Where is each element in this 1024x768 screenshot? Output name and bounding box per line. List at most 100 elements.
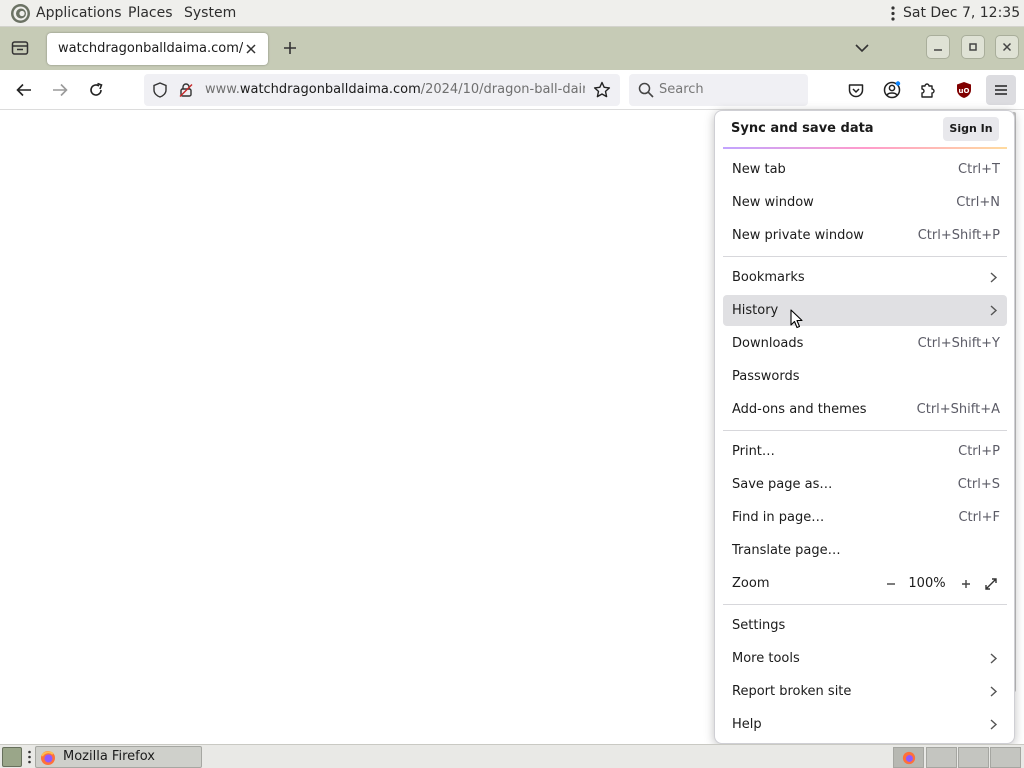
header-divider: [723, 147, 1007, 149]
arrow-right-icon: [53, 83, 68, 97]
reload-icon: [90, 82, 103, 96]
chevron-right-icon: [990, 305, 998, 316]
url-bar[interactable]: www.watchdragonballdaima.com/2024/10/dra…: [144, 74, 620, 106]
account-button[interactable]: [881, 79, 903, 101]
new-tab-button[interactable]: [279, 37, 301, 59]
reload-button[interactable]: [84, 78, 108, 102]
svg-text:uO: uO: [959, 87, 970, 95]
workspace-4[interactable]: [990, 747, 1021, 768]
menu-item-label: Help: [732, 717, 762, 732]
menu-item-label: Settings: [732, 618, 786, 633]
menu-item-label: New tab: [732, 162, 786, 177]
menu-item-label: Find in page…: [732, 510, 825, 525]
plus-icon: [284, 42, 296, 54]
sync-label: Sync and save data: [731, 121, 874, 136]
menu-item-more-tools[interactable]: More tools: [723, 643, 1007, 674]
menu-item-label: Zoom: [732, 576, 770, 591]
applications-menu[interactable]: Applications: [36, 0, 122, 27]
bottom-panel: Mozilla Firefox: [0, 744, 1024, 768]
tab-active[interactable]: watchdragonballdaima.com/2024/10/dragon-…: [47, 33, 268, 65]
ublock-origin-button[interactable]: uO: [953, 79, 975, 101]
menu-item-settings[interactable]: Settings: [723, 610, 1007, 641]
menu-item-find-in-page[interactable]: Find in page… Ctrl+F: [723, 502, 1007, 533]
chevron-down-icon: [855, 44, 869, 53]
menu-item-shortcut: Ctrl+F: [958, 510, 1000, 525]
puzzle-piece-icon: [921, 83, 935, 98]
close-icon: [1002, 42, 1012, 52]
fullscreen-button[interactable]: [982, 575, 1000, 593]
url-text[interactable]: www.watchdragonballdaima.com/2024/10/dra…: [205, 74, 585, 106]
system-menu[interactable]: System: [184, 0, 236, 27]
places-menu[interactable]: Places: [128, 0, 173, 27]
search-icon: [638, 82, 654, 98]
menu-item-shortcut: Ctrl+T: [958, 162, 1000, 177]
application-menu-panel: Sync and save data Sign In New tab Ctrl+…: [714, 110, 1015, 744]
firefox-view-icon: [11, 41, 29, 55]
workspace-2[interactable]: [926, 747, 957, 768]
sign-in-button[interactable]: Sign In: [943, 117, 999, 141]
menu-separator: [723, 604, 1007, 605]
chevron-right-icon: [990, 719, 998, 730]
menu-item-label: Downloads: [732, 336, 804, 351]
menu-item-label: History: [732, 303, 779, 318]
minimize-icon: [934, 49, 942, 51]
pocket-icon: [848, 83, 864, 97]
menu-item-new-tab[interactable]: New tab Ctrl+T: [723, 154, 1007, 185]
extensions-button[interactable]: [917, 79, 939, 101]
show-desktop-button[interactable]: [2, 747, 22, 767]
sync-header: Sync and save data Sign In: [715, 111, 1014, 149]
menu-item-label: Translate page…: [732, 543, 841, 558]
taskbar-item-firefox[interactable]: Mozilla Firefox: [35, 746, 202, 768]
menu-item-new-private-window[interactable]: New private window Ctrl+Shift+P: [723, 220, 1007, 251]
menu-item-history[interactable]: History: [723, 295, 1007, 326]
menu-item-downloads[interactable]: Downloads Ctrl+Shift+Y: [723, 328, 1007, 359]
zoom-in-button[interactable]: [957, 575, 975, 593]
clock[interactable]: Sat Dec 7, 12:35 PM: [903, 0, 1024, 27]
menu-item-label: New private window: [732, 228, 864, 243]
maximize-icon: [969, 43, 977, 51]
menu-item-save-page-as[interactable]: Save page as… Ctrl+S: [723, 469, 1007, 500]
bookmark-star-icon[interactable]: [593, 81, 611, 99]
pocket-button[interactable]: [845, 79, 867, 101]
search-placeholder: Search: [659, 82, 704, 97]
tab-close-button[interactable]: [243, 41, 259, 57]
workspace-1[interactable]: [893, 747, 924, 768]
menu-item-translate-page[interactable]: Translate page…: [723, 535, 1007, 566]
top-panel: Applications Places System Sat Dec 7, 12…: [0, 0, 1024, 27]
tab-title: watchdragonballdaima.com/2024/10/dragon-…: [58, 41, 243, 56]
zoom-out-button[interactable]: [882, 575, 900, 593]
firefox-view-button[interactable]: [9, 37, 31, 59]
menu-item-passwords[interactable]: Passwords: [723, 361, 1007, 392]
menu-item-label: Bookmarks: [732, 270, 805, 285]
menu-item-print[interactable]: Print… Ctrl+P: [723, 436, 1007, 467]
menu-item-new-window[interactable]: New window Ctrl+N: [723, 187, 1007, 218]
tracking-protection-shield-icon[interactable]: [152, 82, 168, 98]
chevron-right-icon: [990, 272, 998, 283]
menu-separator: [723, 430, 1007, 431]
window-close-button[interactable]: [995, 35, 1019, 59]
back-button[interactable]: [12, 78, 36, 102]
tab-strip: watchdragonballdaima.com/2024/10/dragon-…: [0, 27, 1024, 70]
zoom-reset-button[interactable]: 100%: [906, 568, 948, 599]
gnome-logo-icon[interactable]: [10, 3, 31, 24]
forward-button[interactable]: [48, 78, 72, 102]
menu-item-help[interactable]: Help: [723, 709, 1007, 740]
menu-item-addons-and-themes[interactable]: Add-ons and themes Ctrl+Shift+A: [723, 394, 1007, 425]
menu-item-bookmarks[interactable]: Bookmarks: [723, 262, 1007, 293]
search-bar[interactable]: Search: [629, 74, 808, 106]
open-application-menu-button[interactable]: [986, 75, 1016, 105]
panel-handle-icon: [891, 6, 895, 21]
menu-item-report-broken-site[interactable]: Report broken site: [723, 676, 1007, 707]
navigation-toolbar: www.watchdragonballdaima.com/2024/10/dra…: [0, 70, 1024, 110]
url-host: watchdragonballdaima.com: [239, 82, 421, 97]
fullscreen-icon: [985, 578, 997, 590]
window-minimize-button[interactable]: [926, 35, 950, 59]
workspace-3[interactable]: [958, 747, 989, 768]
site-permissions-icon[interactable]: [178, 82, 194, 98]
panel-handle-icon: [28, 750, 31, 764]
menu-item-label: Passwords: [732, 369, 800, 384]
url-path: /2024/10/dragon-ball-daima-episode-9/: [420, 82, 585, 97]
list-all-tabs-button[interactable]: [851, 37, 873, 59]
window-maximize-button[interactable]: [961, 35, 985, 59]
menu-item-shortcut: Ctrl+N: [956, 195, 1000, 210]
